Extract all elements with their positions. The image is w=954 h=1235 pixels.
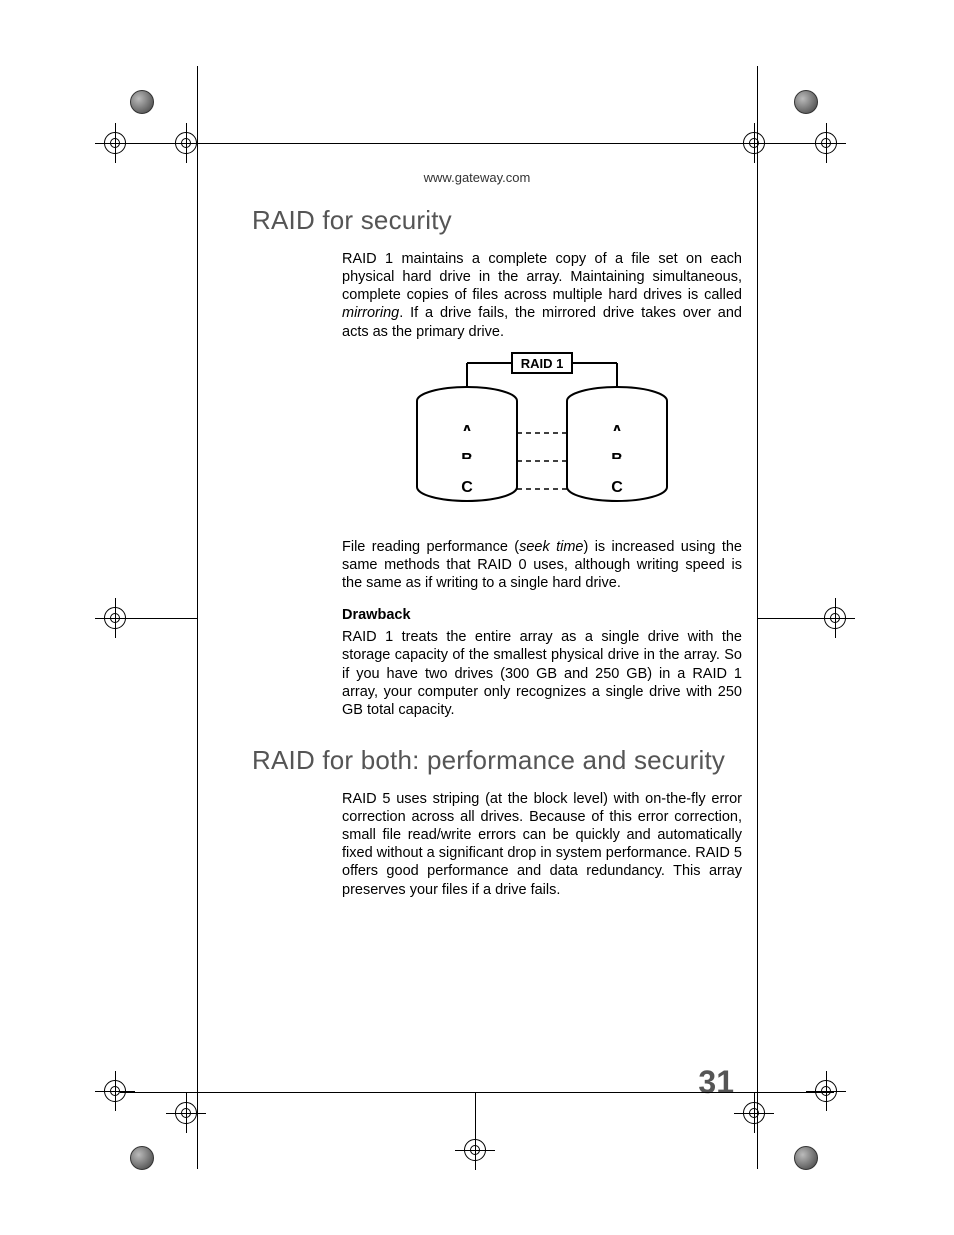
crop-rule-left xyxy=(197,66,198,1169)
crop-mark-bottom-right-2 xyxy=(734,1100,854,1200)
section-1-para-1: RAID 1 maintains a complete copy of a fi… xyxy=(342,250,742,341)
p2-b-italic: seek time xyxy=(519,539,583,555)
crop-mark-top-right xyxy=(734,66,854,166)
p2-a: File reading performance ( xyxy=(342,539,519,555)
crop-mark-bottom-center xyxy=(440,1100,540,1180)
section-1-para-2: File reading performance (seek time) is … xyxy=(342,538,742,592)
section-1-body: RAID 1 maintains a complete copy of a fi… xyxy=(342,250,742,719)
raid1-diagram-svg: RAID 1 A B xyxy=(412,351,672,521)
document-page: www.gateway.com RAID for security RAID 1… xyxy=(0,0,954,1235)
section-1-subhead: Drawback xyxy=(342,606,742,624)
diagram-drive-1: A B C xyxy=(417,387,517,501)
crop-mark-top-right-2 xyxy=(790,110,890,210)
page-number: 31 xyxy=(698,1064,734,1101)
drive2-plat-c: C xyxy=(611,479,623,496)
page-content: RAID for security RAID 1 maintains a com… xyxy=(252,205,752,905)
section-1-para-3: RAID 1 treats the entire array as a sing… xyxy=(342,628,742,719)
section-1-title: RAID for security xyxy=(252,205,752,236)
section-2-title: RAID for both: performance and security xyxy=(252,745,752,776)
diagram-label: RAID 1 xyxy=(521,356,564,371)
p1-b-italic: mirroring xyxy=(342,305,399,321)
crop-mark-top-left xyxy=(120,66,220,166)
crop-mark-mid-right xyxy=(757,595,877,655)
p1-c: . If a drive fails, the mirrored drive t… xyxy=(342,305,742,339)
header-url: www.gateway.com xyxy=(0,170,954,185)
crop-mark-bottom-right xyxy=(790,1058,890,1158)
p1-a: RAID 1 maintains a complete copy of a fi… xyxy=(342,251,742,303)
crop-mark-bottom-left-2 xyxy=(120,1100,220,1200)
diagram-drive-2: A B C xyxy=(567,387,667,501)
crop-mark-top-left-2 xyxy=(95,110,195,210)
crop-rule-bottom xyxy=(120,1092,834,1093)
crop-mark-bottom-left xyxy=(95,1058,195,1158)
crop-rule-top xyxy=(120,143,834,144)
raid1-diagram: RAID 1 A B xyxy=(412,351,672,526)
section-2-body: RAID 5 uses striping (at the block level… xyxy=(342,790,742,899)
drive1-plat-c: C xyxy=(461,479,473,496)
section-2-para-1: RAID 5 uses striping (at the block level… xyxy=(342,790,742,899)
crop-mark-mid-left xyxy=(95,595,195,655)
crop-rule-right xyxy=(757,66,758,1169)
